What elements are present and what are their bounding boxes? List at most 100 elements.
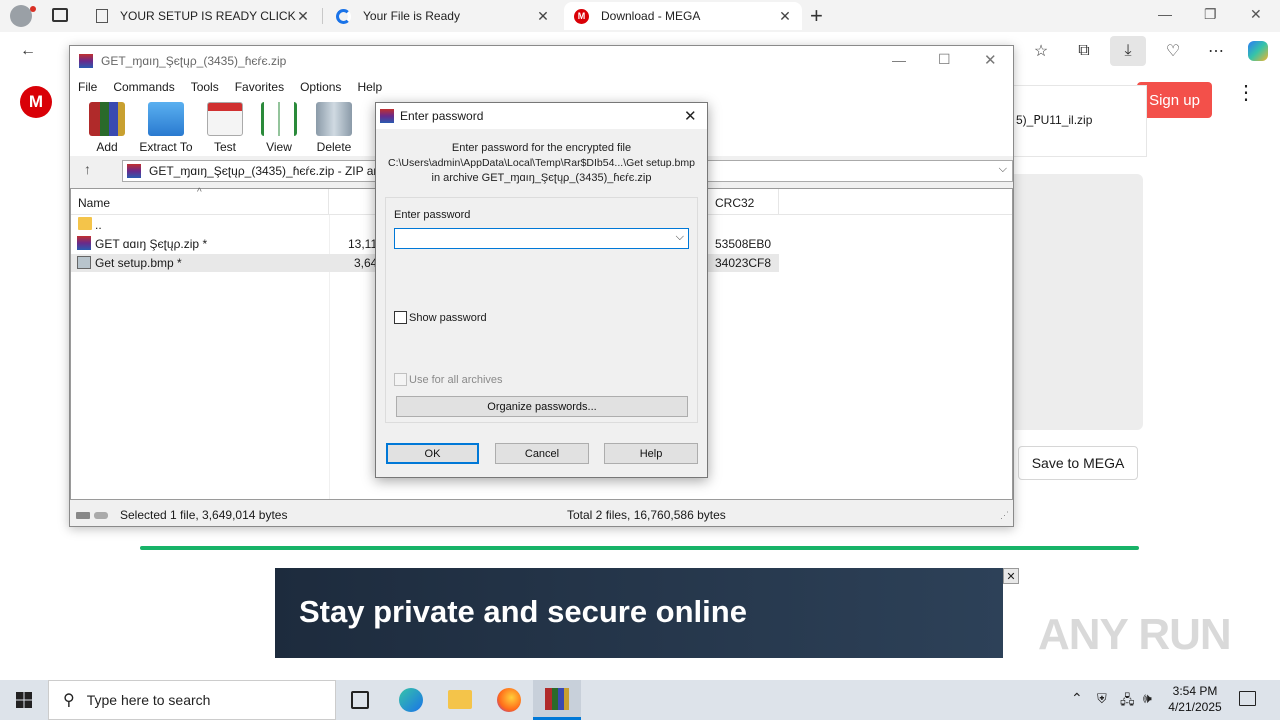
- ad-banner-text: Stay private and secure online: [299, 594, 747, 629]
- minimize-icon[interactable]: —: [892, 52, 906, 68]
- zip-icon: [127, 164, 141, 178]
- volume-icon[interactable]: 🕪: [1143, 690, 1152, 707]
- chevron-down-icon[interactable]: ⌵: [999, 163, 1007, 176]
- notifications-icon[interactable]: [1239, 691, 1256, 706]
- tab-setup-ready[interactable]: YOUR SETUP IS READY CLICK BE ✕: [86, 2, 320, 30]
- cancel-button[interactable]: Cancel: [495, 443, 589, 464]
- winrar-icon: [380, 109, 394, 123]
- favorites-icon[interactable]: ☆: [1030, 40, 1052, 62]
- checkbox-box: [394, 373, 407, 386]
- use-for-all-label: Use for all archives: [409, 373, 503, 386]
- close-icon[interactable]: ✕: [778, 8, 792, 25]
- tab-file-ready[interactable]: Your File is Ready ✕: [326, 2, 560, 30]
- menu-help[interactable]: Help: [349, 80, 390, 94]
- profile-avatar[interactable]: [10, 5, 32, 27]
- menu-file[interactable]: File: [70, 80, 105, 94]
- menu-favorites[interactable]: Favorites: [227, 80, 292, 94]
- copilot-icon[interactable]: [1247, 40, 1269, 62]
- new-tab-button[interactable]: +: [810, 3, 823, 29]
- ad-banner[interactable]: Stay private and secure online: [275, 568, 1003, 658]
- tab-actions-icon[interactable]: [52, 8, 68, 22]
- browser-essentials-icon[interactable]: ♡: [1162, 40, 1184, 62]
- menu-commands[interactable]: Commands: [105, 80, 182, 94]
- column-name[interactable]: Name: [78, 196, 110, 210]
- clock-date: 4/21/2025: [1168, 700, 1222, 714]
- signup-button[interactable]: Sign up: [1137, 82, 1212, 118]
- menu-options[interactable]: Options: [292, 80, 349, 94]
- minimize-icon[interactable]: —: [1158, 6, 1172, 22]
- document-icon: [96, 9, 108, 23]
- mega-logo[interactable]: M: [20, 86, 52, 118]
- mega-icon: M: [574, 8, 589, 24]
- search-icon: ⚲: [63, 692, 75, 709]
- status-total: Total 2 files, 16,760,586 bytes: [567, 508, 726, 522]
- book-icon: [261, 102, 297, 136]
- archive-path: GET_ɱɑıŋ_Şєʈųρ_(3435)_ɦєŕє.zip - ZIP arc…: [149, 164, 393, 178]
- task-view-icon[interactable]: [351, 691, 369, 709]
- delete-button[interactable]: Delete: [302, 102, 366, 154]
- taskbar: ⚲ Type here to search ⌃ ⛨ 🖧 🕪 3:54 PM 4/…: [0, 680, 1280, 720]
- close-icon[interactable]: ✕: [296, 8, 310, 25]
- extract-to-button[interactable]: Extract To: [134, 102, 198, 154]
- menu-icon[interactable]: ⋮: [1236, 83, 1256, 103]
- tab-label: Download - MEGA: [601, 9, 701, 23]
- password-label: Enter password: [394, 209, 471, 221]
- maximize-icon[interactable]: ☐: [938, 51, 951, 68]
- up-arrow-icon[interactable]: ↑: [84, 161, 91, 177]
- resize-grip-icon[interactable]: ⋰: [1000, 510, 1009, 521]
- notification-dot: [30, 6, 36, 12]
- dialog-message: Enter password for the encrypted file C:…: [376, 141, 707, 186]
- winrar-taskbar-button[interactable]: [533, 680, 581, 720]
- winrar-menubar: File Commands Tools Favorites Options He…: [70, 76, 1013, 98]
- item-crc: 34023CF8: [715, 256, 772, 270]
- dialog-title: Enter password: [400, 109, 484, 123]
- save-to-mega-button[interactable]: Save to MEGA: [1018, 446, 1138, 480]
- back-icon[interactable]: ←: [17, 40, 39, 62]
- security-icon[interactable]: ⛨: [1097, 691, 1107, 707]
- collections-icon[interactable]: ⧉: [1073, 40, 1095, 62]
- ad-close-icon[interactable]: ✕: [1003, 568, 1019, 584]
- restore-icon[interactable]: ❐: [1204, 6, 1217, 23]
- more-icon[interactable]: ⋯: [1205, 40, 1227, 62]
- folder-extract-icon: [148, 102, 184, 136]
- close-icon[interactable]: ✕: [984, 51, 997, 69]
- preview-box: [1012, 174, 1143, 430]
- close-icon[interactable]: ✕: [684, 107, 697, 125]
- network-icon[interactable]: 🖧: [1120, 691, 1135, 713]
- message-line-2: C:\Users\admin\AppData\Local\Temp\Rar$DI…: [388, 157, 695, 169]
- message-line-3: in archive GET_ɱɑıŋ_Şєʈųρ_(3435)_ɦєŕє.zi…: [431, 172, 652, 184]
- edge-icon[interactable]: [399, 688, 423, 712]
- organize-passwords-button[interactable]: Organize passwords...: [396, 396, 688, 417]
- trash-icon: [316, 102, 352, 136]
- show-hidden-icons[interactable]: ⌃: [1071, 690, 1083, 707]
- clock[interactable]: 3:54 PM 4/21/2025: [1164, 683, 1226, 715]
- file-panel: 5)_ꓑU11_il.zip: [1012, 85, 1147, 157]
- downloads-icon[interactable]: ⤓: [1110, 36, 1146, 66]
- show-password-checkbox[interactable]: Show password: [394, 311, 487, 324]
- menu-tools[interactable]: Tools: [183, 80, 227, 94]
- ok-button[interactable]: OK: [386, 443, 479, 464]
- item-crc: 53508EB0: [715, 237, 772, 251]
- tab-label: Your File is Ready: [363, 9, 460, 23]
- item-name: GET ɑɑıŋ Şєʈųρ.zip *: [95, 237, 208, 251]
- close-icon[interactable]: ✕: [536, 8, 550, 25]
- browser-tab-strip: YOUR SETUP IS READY CLICK BE ✕ Your File…: [0, 0, 1280, 32]
- close-window-icon[interactable]: ✕: [1250, 6, 1262, 23]
- item-size: 13,11: [348, 237, 378, 251]
- add-button[interactable]: Add: [75, 102, 139, 154]
- clock-time: 3:54 PM: [1172, 684, 1218, 698]
- taskbar-search-box[interactable]: ⚲ Type here to search: [48, 680, 336, 720]
- loading-icon: [336, 8, 351, 24]
- dialog-titlebar: Enter password ✕: [376, 103, 707, 129]
- password-input[interactable]: ⌵: [394, 228, 689, 249]
- column-crc32[interactable]: CRC32: [715, 196, 754, 210]
- file-explorer-icon[interactable]: [448, 690, 472, 709]
- start-button[interactable]: [0, 680, 48, 720]
- item-name: Get setup.bmp *: [95, 256, 182, 270]
- filename: 5)_ꓑU11_il.zip: [1016, 113, 1093, 127]
- tab-mega-download[interactable]: M Download - MEGA ✕: [564, 2, 802, 30]
- firefox-icon[interactable]: [497, 688, 521, 712]
- help-button[interactable]: Help: [604, 443, 698, 464]
- chevron-down-icon[interactable]: ⌵: [676, 231, 684, 244]
- sort-arrow-icon: ^: [197, 187, 202, 198]
